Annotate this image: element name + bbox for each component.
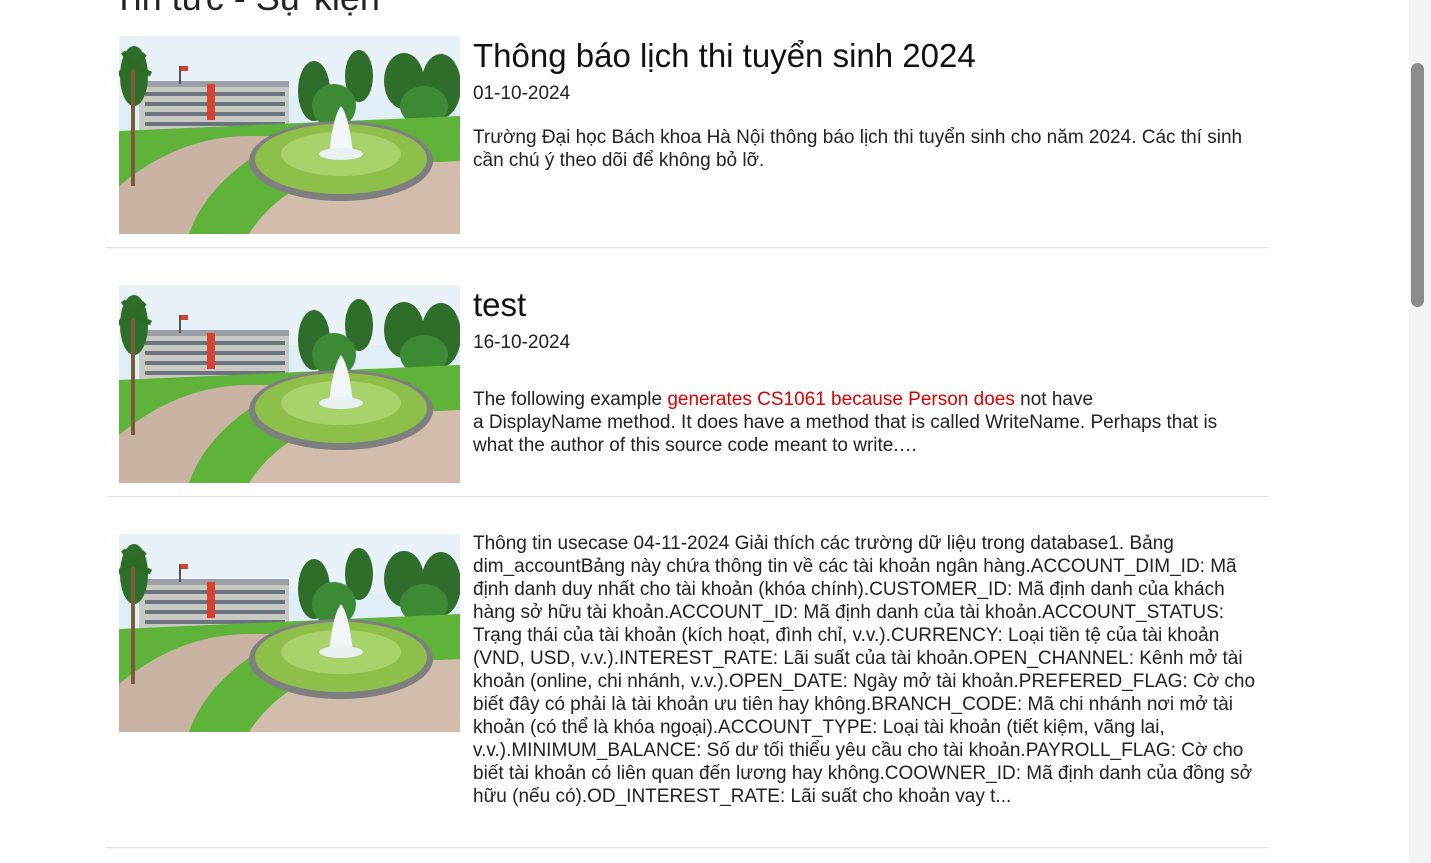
news-date: 16-10-2024 — [473, 332, 571, 353]
news-title[interactable]: test — [473, 285, 1262, 325]
section-title: Tin tức - Sự kiện — [113, 0, 380, 18]
news-date: 01-10-2024 — [473, 83, 571, 104]
summary-highlight: generates CS1061 because Person does — [667, 389, 1015, 410]
news-item[interactable]: Thông tin usecase 04-11-2024 Giải thích … — [106, 522, 1268, 848]
news-thumbnail[interactable] — [119, 285, 460, 483]
news-title[interactable]: Thông báo lịch thi tuyển sinh 2024 — [473, 36, 1262, 76]
news-body: test 16-10-2024 The following example ge… — [473, 285, 1262, 457]
summary-text: not have — [1014, 389, 1094, 410]
news-thumbnail[interactable] — [119, 36, 460, 234]
news-item[interactable]: test 16-10-2024 The following example ge… — [106, 273, 1268, 497]
news-item[interactable]: Thông báo lịch thi tuyển sinh 2024 01-10… — [106, 24, 1268, 248]
news-summary: Thông tin usecase 04-11-2024 Giải thích … — [473, 533, 1256, 807]
news-thumbnail[interactable] — [119, 534, 460, 732]
summary-text: The following example — [473, 389, 668, 410]
news-body: Thông báo lịch thi tuyển sinh 2024 01-10… — [473, 36, 1262, 172]
news-summary: The following example generates CS1061 b… — [473, 388, 1262, 457]
news-page: Tin tức - Sự kiện Thông báo lịch thi tuy… — [0, 0, 1431, 863]
news-summary: Trường Đại học Bách khoa Hà Nội thông bá… — [473, 127, 1243, 171]
scrollbar-thumb[interactable] — [1411, 63, 1424, 307]
news-body: Thông tin usecase 04-11-2024 Giải thích … — [473, 532, 1262, 808]
summary-text: a DisplayName method. It does have a met… — [473, 412, 1218, 456]
